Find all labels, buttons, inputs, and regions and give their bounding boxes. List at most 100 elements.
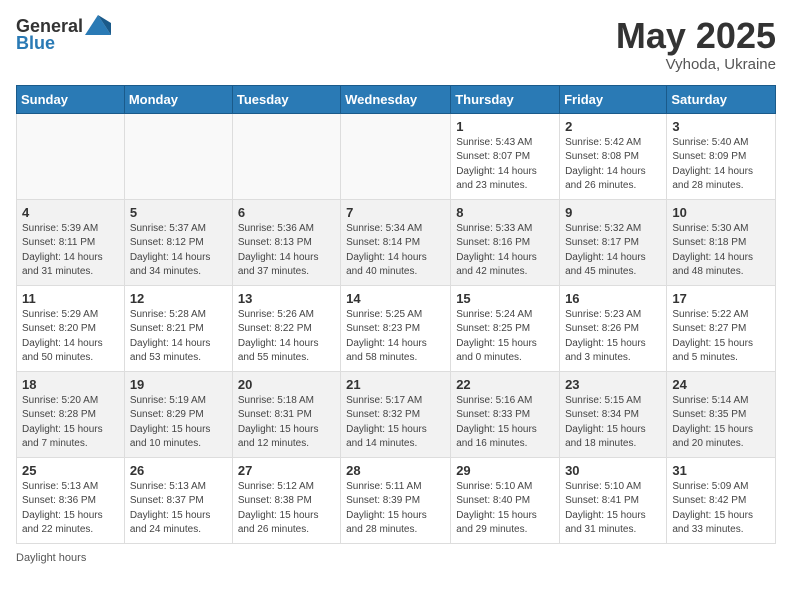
day-info: Sunrise: 5:13 AM Sunset: 8:36 PM Dayligh… bbox=[22, 480, 119, 538]
day-number: 25 bbox=[22, 463, 119, 478]
day-number: 6 bbox=[238, 205, 335, 220]
day-number: 11 bbox=[22, 291, 119, 306]
day-number: 18 bbox=[22, 377, 119, 392]
day-info: Sunrise: 5:20 AM Sunset: 8:28 PM Dayligh… bbox=[22, 394, 119, 452]
day-info: Sunrise: 5:09 AM Sunset: 8:42 PM Dayligh… bbox=[672, 480, 770, 538]
day-number: 20 bbox=[238, 377, 335, 392]
calendar-day-cell: 4 Sunrise: 5:39 AM Sunset: 8:11 PM Daylig… bbox=[17, 199, 125, 285]
calendar-day-cell: 14 Sunrise: 5:25 AM Sunset: 8:23 PM Dayli… bbox=[341, 285, 451, 371]
calendar-day-header: Thursday bbox=[451, 85, 560, 113]
calendar-day-cell: 19 Sunrise: 5:19 AM Sunset: 8:29 PM Dayli… bbox=[124, 371, 232, 457]
calendar-week-row: 18 Sunrise: 5:20 AM Sunset: 8:28 PM Dayli… bbox=[17, 371, 776, 457]
day-number: 21 bbox=[346, 377, 445, 392]
day-info: Sunrise: 5:22 AM Sunset: 8:27 PM Dayligh… bbox=[672, 308, 770, 366]
day-info: Sunrise: 5:36 AM Sunset: 8:13 PM Dayligh… bbox=[238, 222, 335, 280]
day-info: Sunrise: 5:12 AM Sunset: 8:38 PM Dayligh… bbox=[238, 480, 335, 538]
day-info: Sunrise: 5:28 AM Sunset: 8:21 PM Dayligh… bbox=[130, 308, 227, 366]
calendar-day-cell: 25 Sunrise: 5:13 AM Sunset: 8:36 PM Dayli… bbox=[17, 457, 125, 543]
day-info: Sunrise: 5:25 AM Sunset: 8:23 PM Dayligh… bbox=[346, 308, 445, 366]
day-number: 4 bbox=[22, 205, 119, 220]
day-number: 24 bbox=[672, 377, 770, 392]
calendar-day-cell: 28 Sunrise: 5:11 AM Sunset: 8:39 PM Dayli… bbox=[341, 457, 451, 543]
calendar-day-cell bbox=[232, 113, 340, 199]
day-number: 13 bbox=[238, 291, 335, 306]
day-info: Sunrise: 5:33 AM Sunset: 8:16 PM Dayligh… bbox=[456, 222, 554, 280]
calendar-day-cell: 26 Sunrise: 5:13 AM Sunset: 8:37 PM Dayli… bbox=[124, 457, 232, 543]
calendar-day-cell: 18 Sunrise: 5:20 AM Sunset: 8:28 PM Dayli… bbox=[17, 371, 125, 457]
calendar-day-cell: 23Sunrise: 5:15 AM Sunset: 8:34 PM Dayli… bbox=[560, 371, 667, 457]
day-info: Sunrise: 5:13 AM Sunset: 8:37 PM Dayligh… bbox=[130, 480, 227, 538]
day-info: Sunrise: 5:43 AM Sunset: 8:07 PM Dayligh… bbox=[456, 136, 554, 194]
day-info: Sunrise: 5:11 AM Sunset: 8:39 PM Dayligh… bbox=[346, 480, 445, 538]
calendar-day-cell: 7 Sunrise: 5:34 AM Sunset: 8:14 PM Daylig… bbox=[341, 199, 451, 285]
calendar-day-cell: 11 Sunrise: 5:29 AM Sunset: 8:20 PM Dayli… bbox=[17, 285, 125, 371]
calendar-day-cell: 30 Sunrise: 5:10 AM Sunset: 8:41 PM Dayli… bbox=[560, 457, 667, 543]
day-number: 26 bbox=[130, 463, 227, 478]
calendar-day-cell: 8Sunrise: 5:33 AM Sunset: 8:16 PM Daylig… bbox=[451, 199, 560, 285]
day-info: Sunrise: 5:39 AM Sunset: 8:11 PM Dayligh… bbox=[22, 222, 119, 280]
calendar-day-cell: 3Sunrise: 5:40 AM Sunset: 8:09 PM Daylig… bbox=[667, 113, 776, 199]
calendar-day-cell: 13 Sunrise: 5:26 AM Sunset: 8:22 PM Dayli… bbox=[232, 285, 340, 371]
title-location: Vyhoda, Ukraine bbox=[616, 56, 776, 73]
calendar-day-header: Tuesday bbox=[232, 85, 340, 113]
day-number: 7 bbox=[346, 205, 445, 220]
calendar-day-cell: 27 Sunrise: 5:12 AM Sunset: 8:38 PM Dayli… bbox=[232, 457, 340, 543]
calendar-day-cell: 22 Sunrise: 5:16 AM Sunset: 8:33 PM Dayli… bbox=[451, 371, 560, 457]
title-block: May 2025 Vyhoda, Ukraine bbox=[616, 16, 776, 73]
calendar-day-header: Sunday bbox=[17, 85, 125, 113]
day-info: Sunrise: 5:29 AM Sunset: 8:20 PM Dayligh… bbox=[22, 308, 119, 366]
day-number: 2 bbox=[565, 119, 661, 134]
day-info: Sunrise: 5:24 AM Sunset: 8:25 PM Dayligh… bbox=[456, 308, 554, 366]
calendar-table: SundayMondayTuesdayWednesdayThursdayFrid… bbox=[16, 85, 776, 544]
day-number: 1 bbox=[456, 119, 554, 134]
logo-blue-text: Blue bbox=[16, 33, 55, 54]
calendar-day-cell: 29Sunrise: 5:10 AM Sunset: 8:40 PM Dayli… bbox=[451, 457, 560, 543]
day-info: Sunrise: 5:30 AM Sunset: 8:18 PM Dayligh… bbox=[672, 222, 770, 280]
day-info: Sunrise: 5:23 AM Sunset: 8:26 PM Dayligh… bbox=[565, 308, 661, 366]
day-number: 14 bbox=[346, 291, 445, 306]
day-number: 27 bbox=[238, 463, 335, 478]
calendar-day-cell bbox=[341, 113, 451, 199]
calendar-day-cell: 31Sunrise: 5:09 AM Sunset: 8:42 PM Dayli… bbox=[667, 457, 776, 543]
calendar-week-row: 11 Sunrise: 5:29 AM Sunset: 8:20 PM Dayli… bbox=[17, 285, 776, 371]
day-number: 29 bbox=[456, 463, 554, 478]
calendar-day-cell: 9Sunrise: 5:32 AM Sunset: 8:17 PM Daylig… bbox=[560, 199, 667, 285]
day-number: 17 bbox=[672, 291, 770, 306]
page-header: General Blue May 2025 Vyhoda, Ukraine bbox=[16, 16, 776, 73]
calendar-day-cell: 6 Sunrise: 5:36 AM Sunset: 8:13 PM Daylig… bbox=[232, 199, 340, 285]
calendar-day-cell: 5 Sunrise: 5:37 AM Sunset: 8:12 PM Daylig… bbox=[124, 199, 232, 285]
day-number: 19 bbox=[130, 377, 227, 392]
calendar-day-cell: 2 Sunrise: 5:42 AM Sunset: 8:08 PM Daylig… bbox=[560, 113, 667, 199]
day-number: 22 bbox=[456, 377, 554, 392]
calendar-week-row: 4 Sunrise: 5:39 AM Sunset: 8:11 PM Daylig… bbox=[17, 199, 776, 285]
calendar-day-cell: 15 Sunrise: 5:24 AM Sunset: 8:25 PM Dayli… bbox=[451, 285, 560, 371]
day-info: Sunrise: 5:32 AM Sunset: 8:17 PM Dayligh… bbox=[565, 222, 661, 280]
calendar-day-cell: 12Sunrise: 5:28 AM Sunset: 8:21 PM Dayli… bbox=[124, 285, 232, 371]
day-info: Sunrise: 5:42 AM Sunset: 8:08 PM Dayligh… bbox=[565, 136, 661, 194]
day-info: Sunrise: 5:10 AM Sunset: 8:41 PM Dayligh… bbox=[565, 480, 661, 538]
calendar-day-header: Wednesday bbox=[341, 85, 451, 113]
day-info: Sunrise: 5:14 AM Sunset: 8:35 PM Dayligh… bbox=[672, 394, 770, 452]
calendar-header-row: SundayMondayTuesdayWednesdayThursdayFrid… bbox=[17, 85, 776, 113]
calendar-day-cell: 21 Sunrise: 5:17 AM Sunset: 8:32 PM Dayli… bbox=[341, 371, 451, 457]
day-number: 10 bbox=[672, 205, 770, 220]
logo-icon bbox=[85, 15, 111, 35]
calendar-week-row: 25 Sunrise: 5:13 AM Sunset: 8:36 PM Dayli… bbox=[17, 457, 776, 543]
day-info: Sunrise: 5:19 AM Sunset: 8:29 PM Dayligh… bbox=[130, 394, 227, 452]
day-info: Sunrise: 5:16 AM Sunset: 8:33 PM Dayligh… bbox=[456, 394, 554, 452]
day-number: 5 bbox=[130, 205, 227, 220]
day-number: 30 bbox=[565, 463, 661, 478]
calendar-day-cell: 10 Sunrise: 5:30 AM Sunset: 8:18 PM Dayli… bbox=[667, 199, 776, 285]
day-number: 28 bbox=[346, 463, 445, 478]
logo: General Blue bbox=[16, 16, 111, 54]
day-number: 15 bbox=[456, 291, 554, 306]
calendar-day-header: Monday bbox=[124, 85, 232, 113]
day-info: Sunrise: 5:37 AM Sunset: 8:12 PM Dayligh… bbox=[130, 222, 227, 280]
calendar-day-header: Friday bbox=[560, 85, 667, 113]
day-info: Sunrise: 5:17 AM Sunset: 8:32 PM Dayligh… bbox=[346, 394, 445, 452]
day-number: 23 bbox=[565, 377, 661, 392]
calendar-day-header: Saturday bbox=[667, 85, 776, 113]
day-number: 3 bbox=[672, 119, 770, 134]
day-info: Sunrise: 5:34 AM Sunset: 8:14 PM Dayligh… bbox=[346, 222, 445, 280]
day-info: Sunrise: 5:26 AM Sunset: 8:22 PM Dayligh… bbox=[238, 308, 335, 366]
